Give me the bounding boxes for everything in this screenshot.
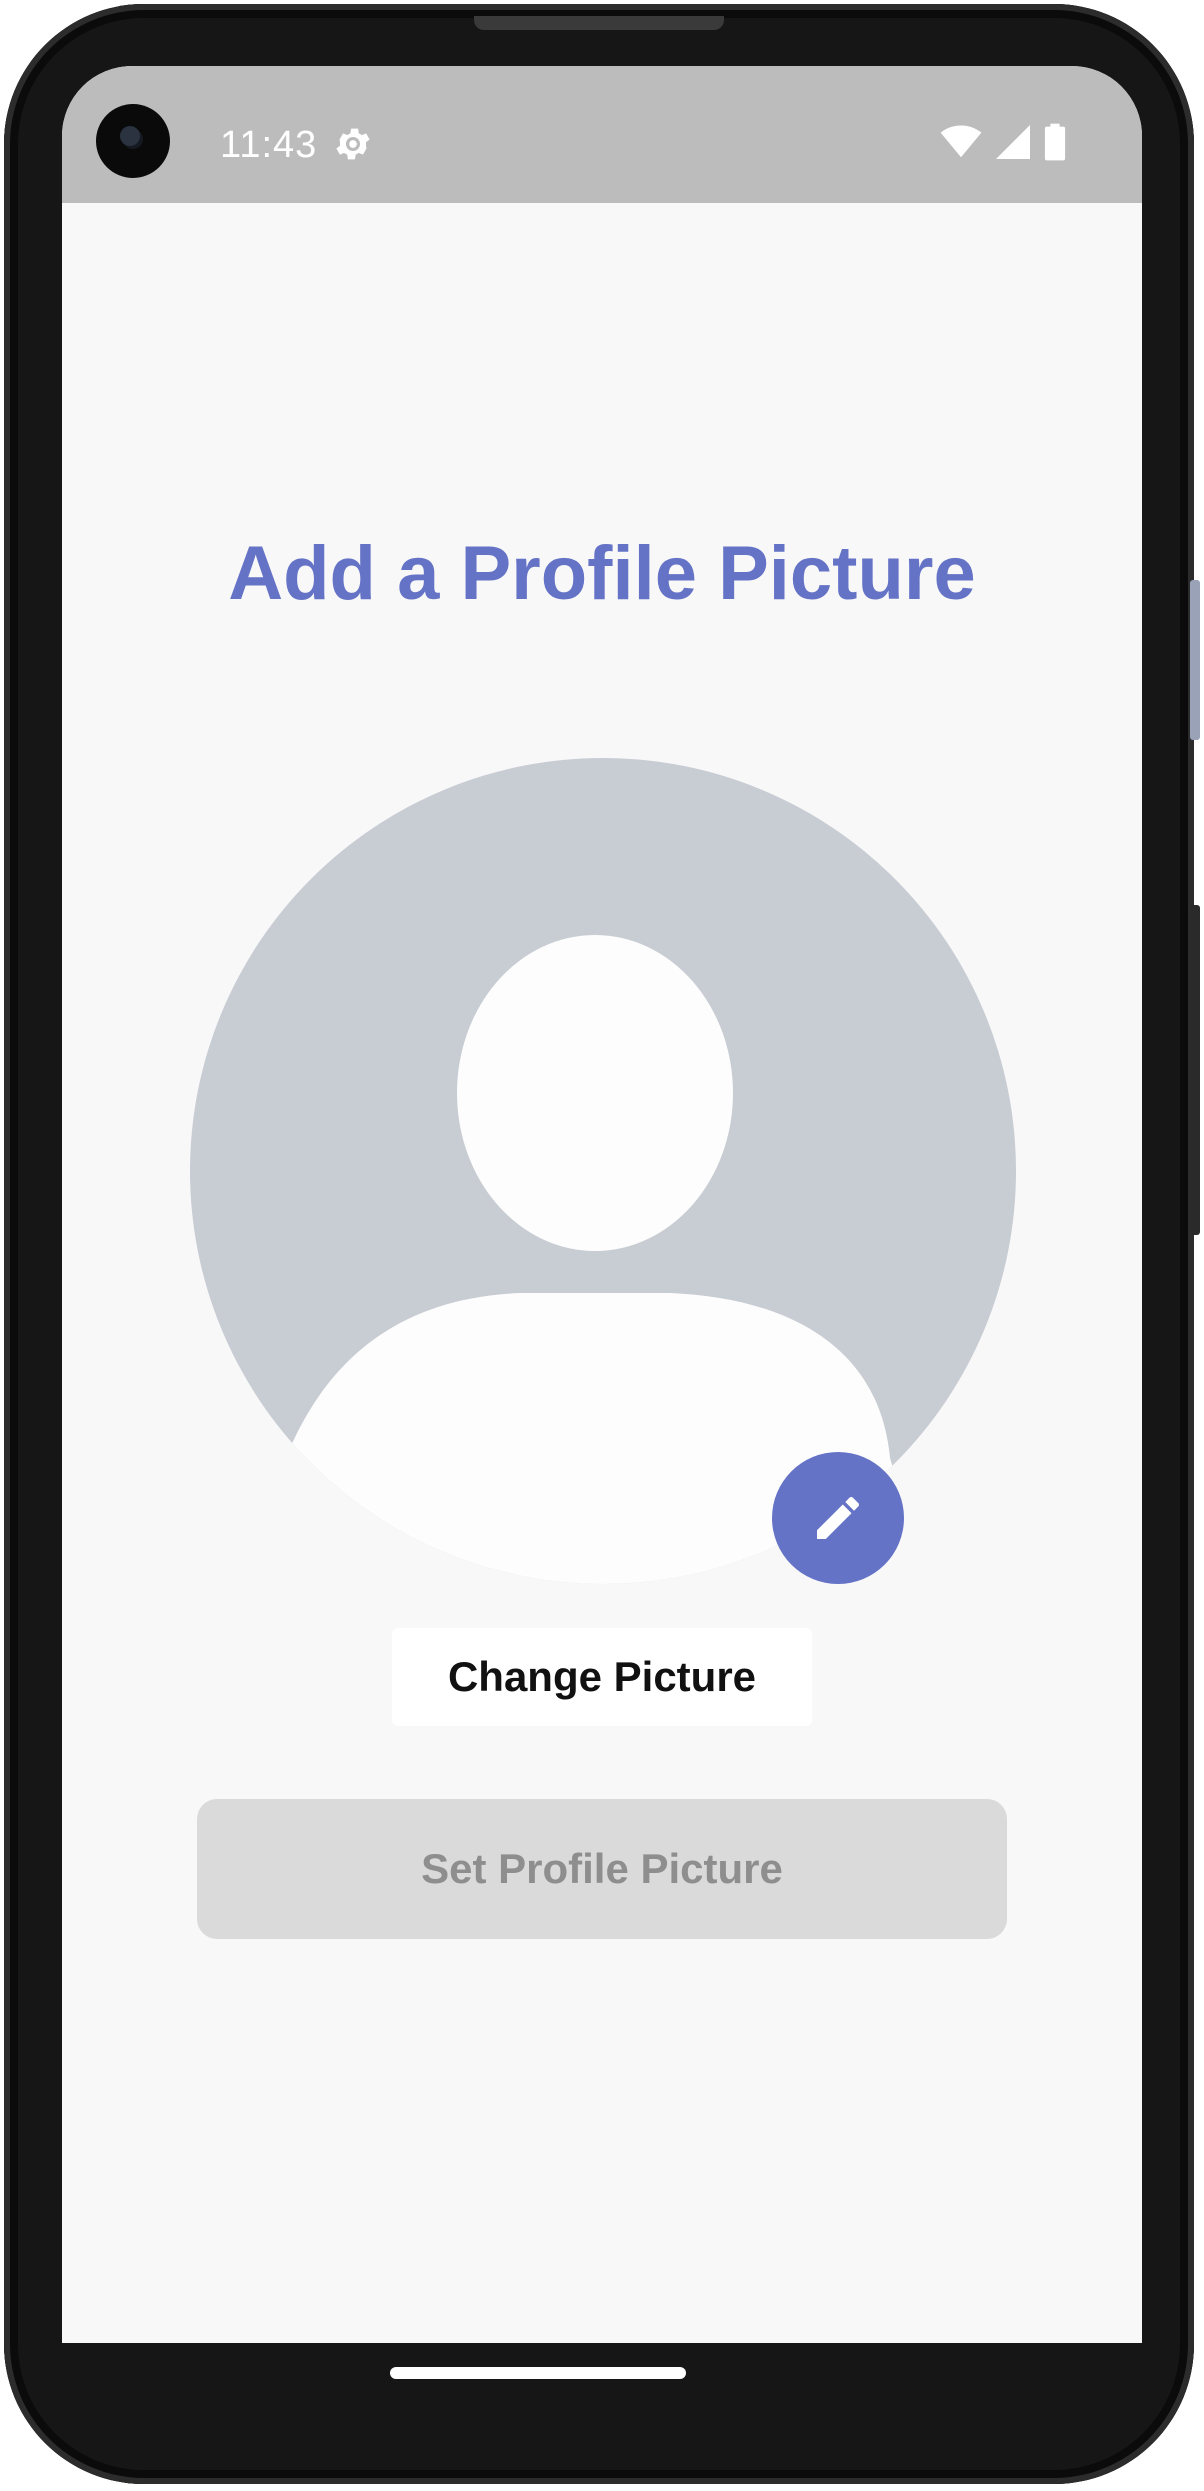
battery-icon <box>1044 123 1066 166</box>
status-bar: 11:43 <box>62 66 1142 203</box>
page-title: Add a Profile Picture <box>228 531 976 616</box>
profile-avatar[interactable] <box>190 758 1016 1584</box>
cell-signal-icon <box>996 124 1030 164</box>
edit-picture-button[interactable] <box>772 1452 904 1584</box>
home-gesture-bar[interactable] <box>390 2367 686 2379</box>
power-button <box>1190 905 1200 1235</box>
default-user-silhouette-icon <box>264 935 928 1584</box>
volume-button <box>1190 580 1200 740</box>
earpiece-speaker <box>474 16 724 30</box>
status-time: 11:43 <box>220 124 318 166</box>
set-profile-picture-button[interactable]: Set Profile Picture <box>197 1799 1007 1939</box>
pencil-icon <box>817 1496 860 1539</box>
app-screen: 11:43 Add a Profile Picture Change Pictu… <box>62 66 1142 2343</box>
front-camera <box>96 104 170 178</box>
status-icons <box>940 123 1066 166</box>
settings-gear-icon <box>332 123 374 165</box>
change-picture-button[interactable]: Change Picture <box>392 1628 812 1726</box>
wifi-icon <box>940 125 982 164</box>
